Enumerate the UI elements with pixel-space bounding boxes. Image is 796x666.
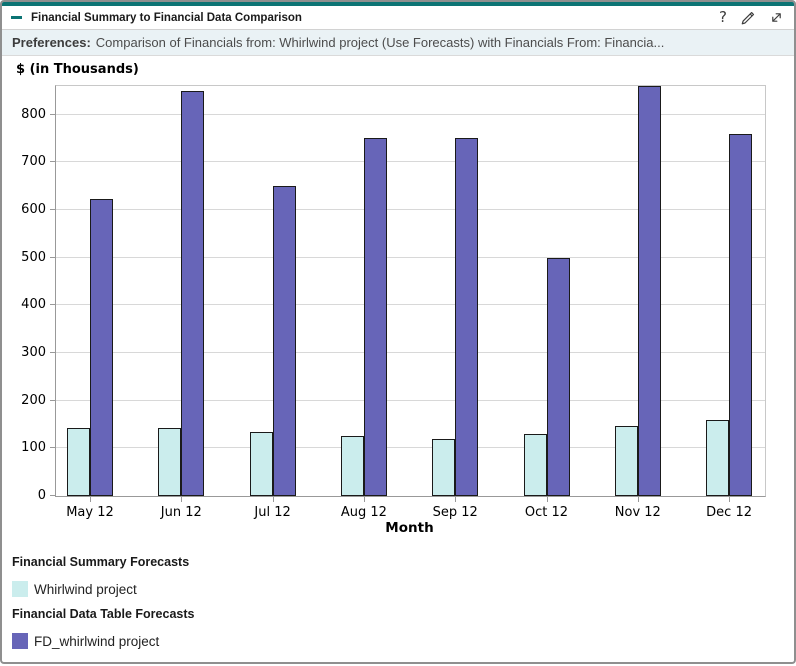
bar-whirlwind-project [615,426,638,496]
legend-swatch [12,633,28,649]
x-axis-tick-label: Dec 12 [684,505,774,520]
titlebar-actions: ? [719,10,784,26]
legend-item-label: FD_whirlwind project [34,634,159,649]
y-axis-tick-label: 200 [0,393,46,408]
y-axis-tick [50,495,56,496]
x-axis-tick-label: Jun 12 [136,505,226,520]
collapse-button[interactable] [11,16,22,19]
y-axis-tick-label: 600 [0,202,46,217]
x-axis-tick [90,496,91,502]
bar-whirlwind-project [706,420,729,496]
x-axis-tick-label: Sep 12 [410,505,500,520]
plot-area: 0100200300400500600700800May 12Jun 12Jul… [55,85,766,497]
bar-fd-whirlwind-project [181,91,204,496]
y-axis-tick-label: 0 [0,488,46,503]
y-axis-tick-label: 100 [0,440,46,455]
bar-fd-whirlwind-project [455,138,478,496]
bar-whirlwind-project [524,434,547,496]
bar-fd-whirlwind-project [273,186,296,496]
x-axis-tick-label: Aug 12 [319,505,409,520]
x-axis-tick [364,496,365,502]
x-axis-tick [547,496,548,502]
bar-fd-whirlwind-project [364,138,387,496]
legend-section-heading: Financial Summary Forecasts [12,555,794,569]
legend-item-label: Whirlwind project [34,582,137,597]
bar-whirlwind-project [67,428,90,496]
x-axis-tick-label: Oct 12 [502,505,592,520]
legend-item: Whirlwind project [12,581,794,597]
x-axis-tick [729,496,730,502]
portlet-window: Financial Summary to Financial Data Comp… [0,0,796,664]
bar-fd-whirlwind-project [638,86,661,496]
legend-item: FD_whirlwind project [12,633,794,649]
chart-container: $ (in Thousands) 01002003004005006007008… [2,56,794,543]
help-icon[interactable]: ? [719,10,727,25]
y-axis-tick-label: 500 [0,250,46,265]
expand-arrows-icon[interactable] [769,10,784,25]
x-axis-tick [638,496,639,502]
bar-whirlwind-project [341,436,364,496]
bar-whirlwind-project [158,428,181,496]
x-axis-tick-label: Jul 12 [228,505,318,520]
x-axis-tick-label: Nov 12 [593,505,683,520]
x-axis-tick [273,496,274,502]
x-axis-tick-label: May 12 [45,505,135,520]
legend-swatch [12,581,28,597]
x-axis-tick [455,496,456,502]
x-axis-title: Month [55,520,764,536]
y-axis-title: $ (in Thousands) [16,62,139,77]
y-axis-tick-label: 400 [0,297,46,312]
y-axis-tick-label: 700 [0,154,46,169]
bar-whirlwind-project [250,432,273,496]
legend: Financial Summary Forecasts Whirlwind pro… [2,543,794,649]
preferences-text: Comparison of Financials from: Whirlwind… [96,35,665,50]
y-axis-tick-label: 300 [0,345,46,360]
bar-fd-whirlwind-project [90,199,113,496]
preferences-bar: Preferences: Comparison of Financials fr… [2,30,794,56]
portlet-title: Financial Summary to Financial Data Comp… [31,12,302,24]
bar-whirlwind-project [432,439,455,496]
bar-fd-whirlwind-project [729,134,752,496]
legend-section-heading: Financial Data Table Forecasts [12,607,794,621]
edit-pencil-icon[interactable] [740,10,756,26]
title-bar: Financial Summary to Financial Data Comp… [2,6,794,30]
y-axis-tick-label: 800 [0,107,46,122]
preferences-label: Preferences: [12,35,91,50]
x-axis-tick [181,496,182,502]
bar-fd-whirlwind-project [547,258,570,496]
